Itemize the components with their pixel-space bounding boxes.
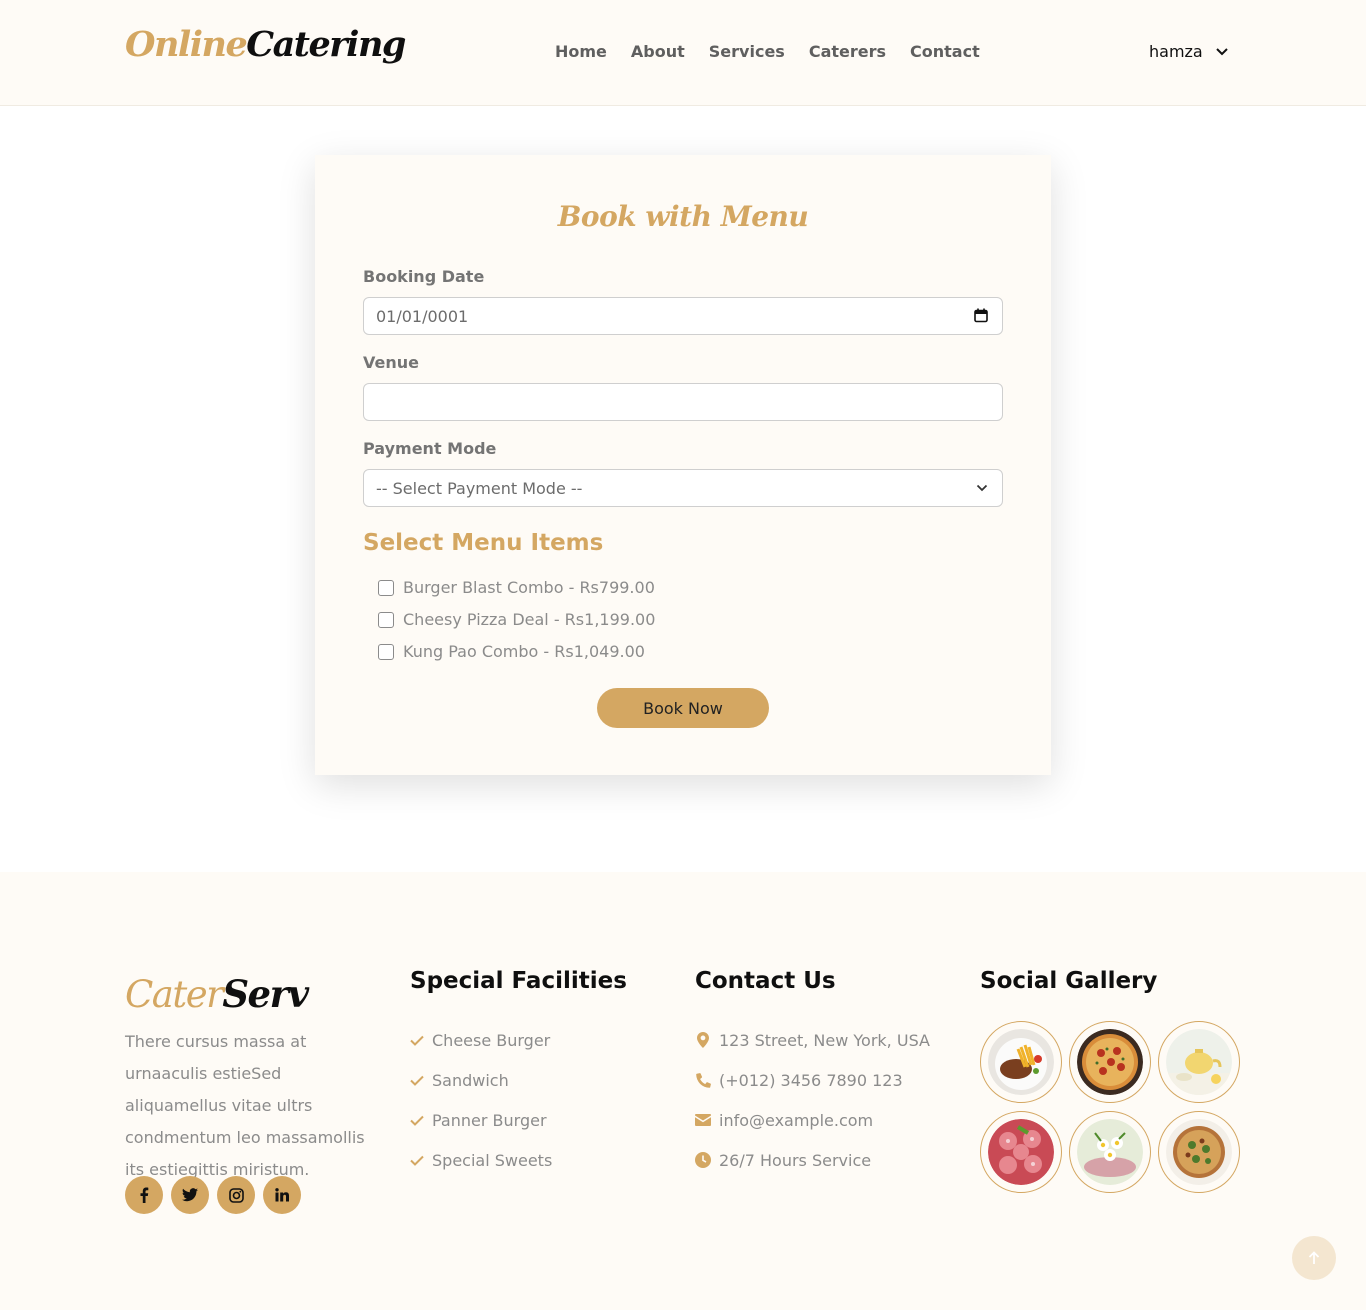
facilities-title: Special Facilities xyxy=(410,968,627,994)
logo-part-2: Catering xyxy=(246,24,406,65)
footer-description: There cursus massa at urnaaculis estieSe… xyxy=(125,1032,365,1179)
gallery-item[interactable] xyxy=(1069,1111,1151,1193)
social-gallery xyxy=(980,1021,1240,1193)
site-footer: CaterServ There cursus massa at urnaacul… xyxy=(0,872,1366,1310)
nav-caterers[interactable]: Caterers xyxy=(809,42,886,61)
payment-mode-select[interactable]: -- Select Payment Mode -- xyxy=(363,469,1003,507)
facebook-icon xyxy=(140,1187,149,1203)
footer-logo-part-2: Serv xyxy=(222,972,309,1016)
back-to-top-button[interactable] xyxy=(1292,1236,1336,1280)
user-name: hamza xyxy=(1149,42,1203,61)
booking-date-input[interactable]: 01/01/0001 xyxy=(363,297,1003,335)
instagram-icon xyxy=(228,1187,244,1203)
facility-label: Sandwich xyxy=(432,1070,509,1090)
facility-item[interactable]: Sandwich xyxy=(410,1060,552,1100)
envelope-icon xyxy=(695,1114,711,1126)
contact-phone-text: (+012) 3456 7890 123 xyxy=(719,1070,903,1090)
logo-part-1: Online xyxy=(125,24,248,65)
instagram-link[interactable] xyxy=(217,1176,255,1214)
facilities-list: Cheese Burger Sandwich Panner Burger Spe… xyxy=(410,1020,552,1180)
linkedin-icon xyxy=(275,1188,289,1202)
gallery-item[interactable] xyxy=(980,1111,1062,1193)
nav-services[interactable]: Services xyxy=(709,42,785,61)
book-now-button[interactable]: Book Now xyxy=(597,688,769,728)
flower-dish-image xyxy=(1077,1119,1143,1185)
contact-hours-text: 26/7 Hours Service xyxy=(719,1150,872,1170)
menu-item[interactable]: Kung Pao Combo - Rs1,049.00 xyxy=(378,642,645,661)
menu-item[interactable]: Cheesy Pizza Deal - Rs1,199.00 xyxy=(378,610,655,629)
booking-date-value: 01/01/0001 xyxy=(376,306,469,326)
facility-label: Panner Burger xyxy=(432,1110,547,1130)
footer-logo-part-1: Cater xyxy=(125,973,224,1016)
menu-item-label: Burger Blast Combo - Rs799.00 xyxy=(403,578,655,597)
arrow-up-icon xyxy=(1308,1251,1320,1264)
menu-item[interactable]: Burger Blast Combo - Rs799.00 xyxy=(378,578,655,597)
facility-label: Special Sweets xyxy=(432,1150,553,1170)
menu-item-checkbox[interactable] xyxy=(378,579,394,596)
menu-item-checkbox[interactable] xyxy=(378,611,394,628)
facility-item[interactable]: Special Sweets xyxy=(410,1140,552,1180)
booking-title: Book with Menu xyxy=(557,200,809,233)
gallery-title: Social Gallery xyxy=(980,968,1158,994)
venue-input[interactable] xyxy=(363,383,1003,421)
menu-item-checkbox[interactable] xyxy=(378,643,394,660)
contact-address-text: 123 Street, New York, USA xyxy=(719,1030,930,1050)
user-menu[interactable]: hamza xyxy=(1149,42,1229,61)
phone-icon xyxy=(695,1072,711,1088)
gallery-item[interactable] xyxy=(1158,1021,1240,1103)
site-logo[interactable]: OnlineCatering xyxy=(125,24,406,65)
facility-label: Cheese Burger xyxy=(432,1030,551,1050)
contact-title: Contact Us xyxy=(695,968,836,994)
twitter-icon xyxy=(182,1188,198,1202)
clock-icon xyxy=(695,1152,711,1168)
menu-item-label: Kung Pao Combo - Rs1,049.00 xyxy=(403,642,645,661)
tea-set-image xyxy=(1166,1029,1232,1095)
check-icon xyxy=(410,1075,424,1086)
facebook-link[interactable] xyxy=(125,1176,163,1214)
contact-email-text: info@example.com xyxy=(719,1110,874,1130)
menu-item-label: Cheesy Pizza Deal - Rs1,199.00 xyxy=(403,610,656,629)
salami-platter-image xyxy=(988,1119,1054,1185)
contact-phone[interactable]: (+012) 3456 7890 123 xyxy=(695,1060,930,1100)
twitter-link[interactable] xyxy=(171,1176,209,1214)
map-pin-icon xyxy=(697,1032,709,1048)
check-icon xyxy=(410,1155,424,1166)
pizza-image xyxy=(1077,1029,1143,1095)
nav-home[interactable]: Home xyxy=(555,42,607,61)
gallery-item[interactable] xyxy=(1158,1111,1240,1193)
payment-mode-label: Payment Mode xyxy=(363,439,497,458)
booking-card: Book with Menu Booking Date 01/01/0001 V… xyxy=(315,155,1051,775)
social-links xyxy=(125,1176,301,1214)
check-icon xyxy=(410,1035,424,1046)
steak-fries-image xyxy=(988,1029,1054,1095)
facility-item[interactable]: Panner Burger xyxy=(410,1100,552,1140)
contact-hours: 26/7 Hours Service xyxy=(695,1140,930,1180)
contact-email[interactable]: info@example.com xyxy=(695,1100,930,1140)
contact-address: 123 Street, New York, USA xyxy=(695,1020,930,1060)
site-header: OnlineCatering Home About Services Cater… xyxy=(0,0,1366,106)
gallery-item[interactable] xyxy=(980,1021,1062,1103)
calendar-icon[interactable] xyxy=(974,308,988,323)
booking-date-label: Booking Date xyxy=(363,267,485,286)
menu-items-title: Select Menu Items xyxy=(363,530,604,556)
main-nav: Home About Services Caterers Contact xyxy=(555,42,980,61)
footer-logo[interactable]: CaterServ xyxy=(125,972,309,1016)
gallery-item[interactable] xyxy=(1069,1021,1151,1103)
facility-item[interactable]: Cheese Burger xyxy=(410,1020,552,1060)
chevron-down-icon xyxy=(976,484,988,492)
linkedin-link[interactable] xyxy=(263,1176,301,1214)
check-icon xyxy=(410,1115,424,1126)
nav-about[interactable]: About xyxy=(631,42,685,61)
payment-mode-value: -- Select Payment Mode -- xyxy=(376,478,583,498)
chevron-down-icon xyxy=(1216,47,1228,55)
nav-contact[interactable]: Contact xyxy=(910,42,980,61)
venue-label: Venue xyxy=(363,353,419,372)
pizza-slice-image xyxy=(1166,1119,1232,1185)
contact-list: 123 Street, New York, USA (+012) 3456 78… xyxy=(695,1020,930,1180)
